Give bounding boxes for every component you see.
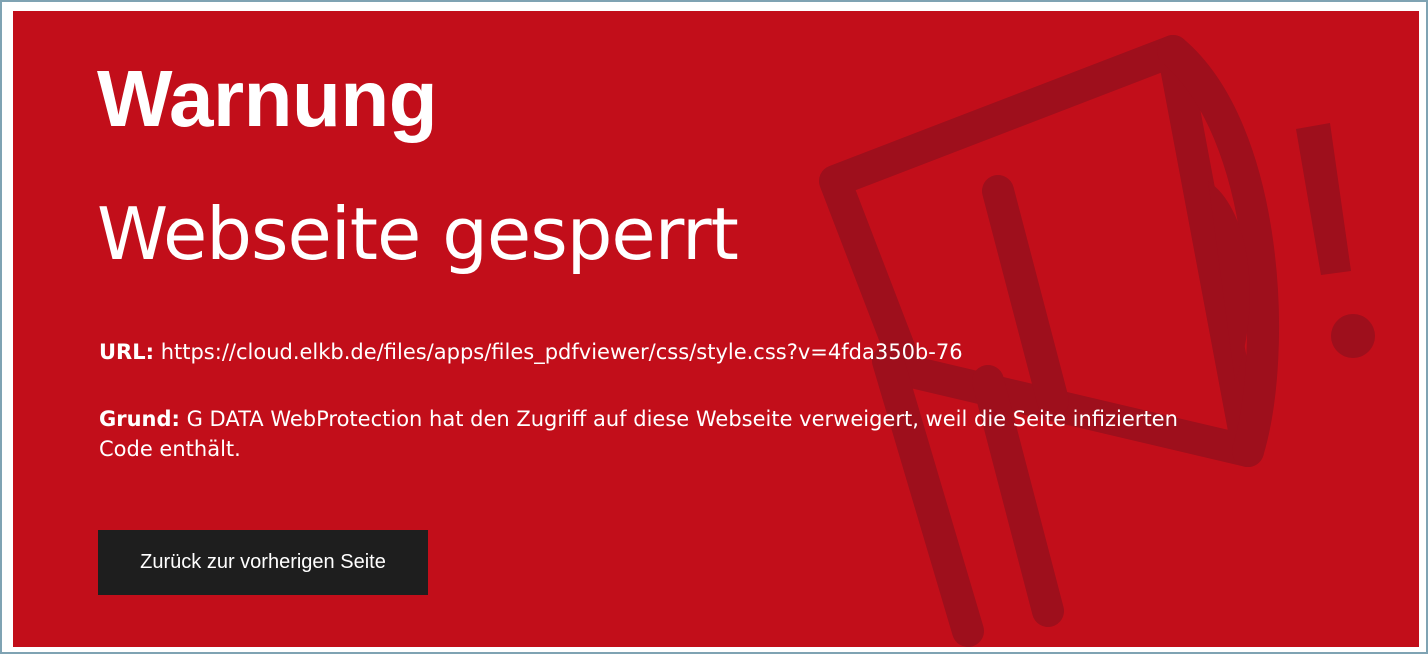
back-button[interactable]: Zurück zur vorherigen Seite: [98, 530, 428, 595]
url-label: URL:: [99, 340, 155, 364]
reason-line: Grund: G DATA WebProtection hat den Zugr…: [99, 404, 1219, 465]
url-value: https://cloud.elkb.de/files/apps/files_p…: [154, 340, 963, 364]
url-line: URL: https://cloud.elkb.de/files/apps/fi…: [99, 337, 1199, 367]
page-blocked-subtitle: Webseite gesperrt: [97, 192, 739, 276]
window-frame: Warnung Webseite gesperrt URL: https://c…: [0, 0, 1428, 654]
reason-label: Grund:: [99, 407, 180, 431]
warning-title: Warnung: [97, 54, 438, 143]
warning-panel: Warnung Webseite gesperrt URL: https://c…: [13, 11, 1419, 647]
reason-value: G DATA WebProtection hat den Zugriff auf…: [99, 407, 1178, 462]
